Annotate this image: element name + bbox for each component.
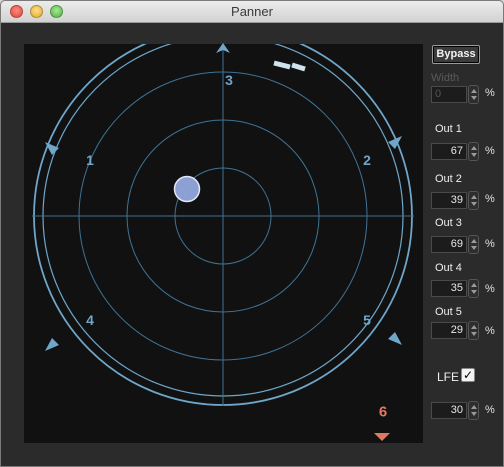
speaker-icon[interactable] — [386, 330, 404, 348]
speaker-icon[interactable] — [215, 43, 231, 55]
lfe-checkbox[interactable]: ✓ — [461, 368, 475, 382]
out-3-unit: % — [485, 238, 495, 250]
channel-label-5: 5 — [363, 312, 371, 328]
out-2-unit: % — [485, 193, 495, 205]
out-5-field[interactable]: 29 — [431, 322, 467, 339]
channel-label-6: 6 — [378, 403, 388, 421]
out-3-label: Out 3 — [435, 217, 462, 229]
window-title: Panner — [231, 4, 273, 19]
out-4-stepper[interactable] — [468, 279, 479, 298]
channel-label-3: 3 — [225, 72, 233, 88]
channel-label-4: 4 — [86, 312, 94, 328]
out-4-label: Out 4 — [435, 262, 462, 274]
title-bar: Panner — [1, 1, 503, 23]
lfe-speaker-icon[interactable] — [374, 433, 390, 443]
out-1-unit: % — [485, 145, 495, 157]
lfe-stepper[interactable] — [468, 401, 479, 420]
out-4-unit: % — [485, 283, 495, 295]
surround-panner-field[interactable]: 3 1 2 4 5 6 — [24, 43, 423, 443]
lfe-unit: % — [485, 404, 495, 416]
width-handle[interactable] — [273, 60, 306, 72]
channel-label-1: 1 — [86, 152, 94, 168]
out-4-field[interactable]: 35 — [431, 280, 467, 297]
out-3-stepper[interactable] — [468, 235, 479, 254]
channel-label-2: 2 — [363, 152, 371, 168]
out-5-unit: % — [485, 325, 495, 337]
out-5-stepper[interactable] — [468, 321, 479, 340]
out-2-field[interactable]: 39 — [431, 192, 467, 209]
panner-window: Panner 3 1 2 4 5 6 Bypass Width 0 % Out … — [0, 0, 504, 467]
out-5-label: Out 5 — [435, 306, 462, 318]
speaker-icon[interactable] — [43, 139, 61, 157]
panner-grid — [32, 44, 414, 406]
out-1-field[interactable]: 67 — [431, 143, 467, 160]
out-2-label: Out 2 — [435, 173, 462, 185]
out-1-stepper[interactable] — [468, 142, 479, 161]
lfe-field[interactable]: 30 — [431, 402, 467, 419]
width-unit: % — [485, 87, 495, 99]
bypass-button[interactable]: Bypass — [432, 45, 480, 64]
speaker-icon[interactable] — [386, 133, 404, 151]
width-label: Width — [431, 72, 460, 84]
width-field[interactable]: 0 — [431, 86, 467, 103]
pan-puck[interactable] — [173, 175, 201, 203]
out-2-stepper[interactable] — [468, 191, 479, 210]
width-stepper[interactable] — [468, 85, 479, 104]
out-1-label: Out 1 — [435, 123, 462, 135]
speaker-icon[interactable] — [43, 336, 61, 354]
out-3-field[interactable]: 69 — [431, 236, 467, 253]
lfe-label: LFE — [437, 370, 460, 384]
